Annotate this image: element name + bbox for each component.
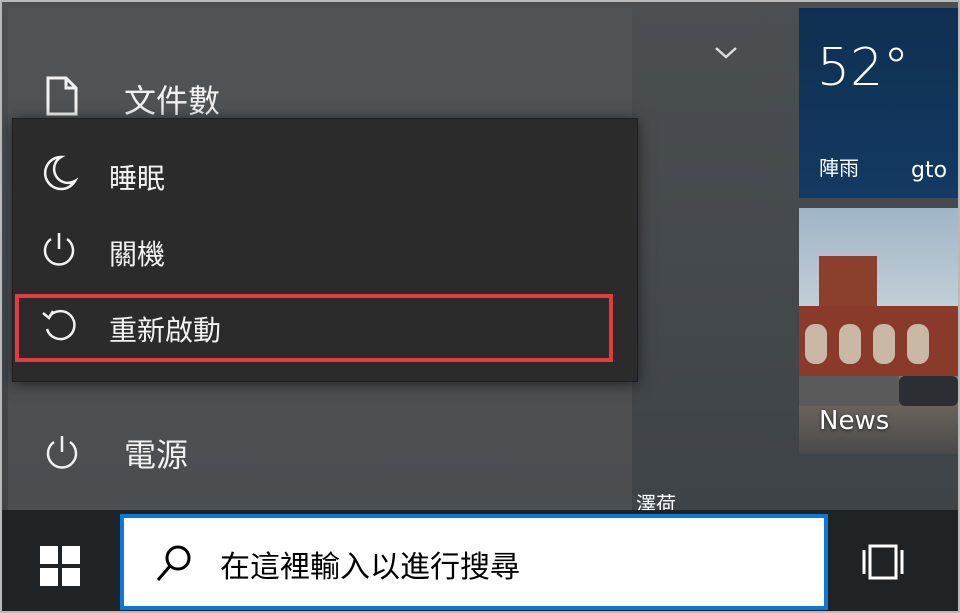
taskbar: 在這裡輸入以進行搜尋	[2, 510, 958, 611]
document-icon	[46, 76, 78, 116]
news-tile[interactable]: News	[799, 208, 958, 454]
power-label: 電源	[124, 436, 189, 474]
shutdown-menu-item[interactable]: 關機	[13, 215, 637, 285]
documents-label: 文件數	[124, 82, 221, 120]
weather-condition: 陣雨	[819, 156, 859, 180]
search-box[interactable]: 在這裡輸入以進行搜尋	[120, 514, 828, 610]
power-button[interactable]: 電源	[8, 412, 628, 492]
power-icon	[46, 436, 78, 469]
weather-tile[interactable]: 52° 陣雨 gto	[799, 8, 958, 198]
weather-temperature: 52°	[817, 38, 910, 98]
news-label: News	[819, 406, 890, 436]
restart-highlight-box	[15, 294, 613, 362]
news-photo	[799, 256, 958, 406]
weather-city: gto	[911, 158, 948, 183]
search-icon	[156, 545, 191, 581]
shutdown-label: 關機	[109, 238, 166, 271]
windows-logo-icon[interactable]	[38, 544, 82, 588]
chevron-down-icon[interactable]	[712, 42, 740, 62]
moon-icon	[43, 155, 79, 191]
task-view-icon[interactable]	[862, 540, 908, 584]
power-menu-flyout: 睡眠 關機 重新啟動	[12, 118, 638, 382]
power-icon	[43, 233, 75, 266]
screenshot-frame: 文件數 睡眠 關機 重新啟動 電源 52° 陣雨 gto News 澤荷 在這裡…	[0, 0, 960, 613]
search-placeholder: 在這裡輸入以進行搜尋	[220, 550, 520, 585]
sleep-label: 睡眠	[109, 162, 166, 195]
sleep-menu-item[interactable]: 睡眠	[13, 139, 637, 209]
